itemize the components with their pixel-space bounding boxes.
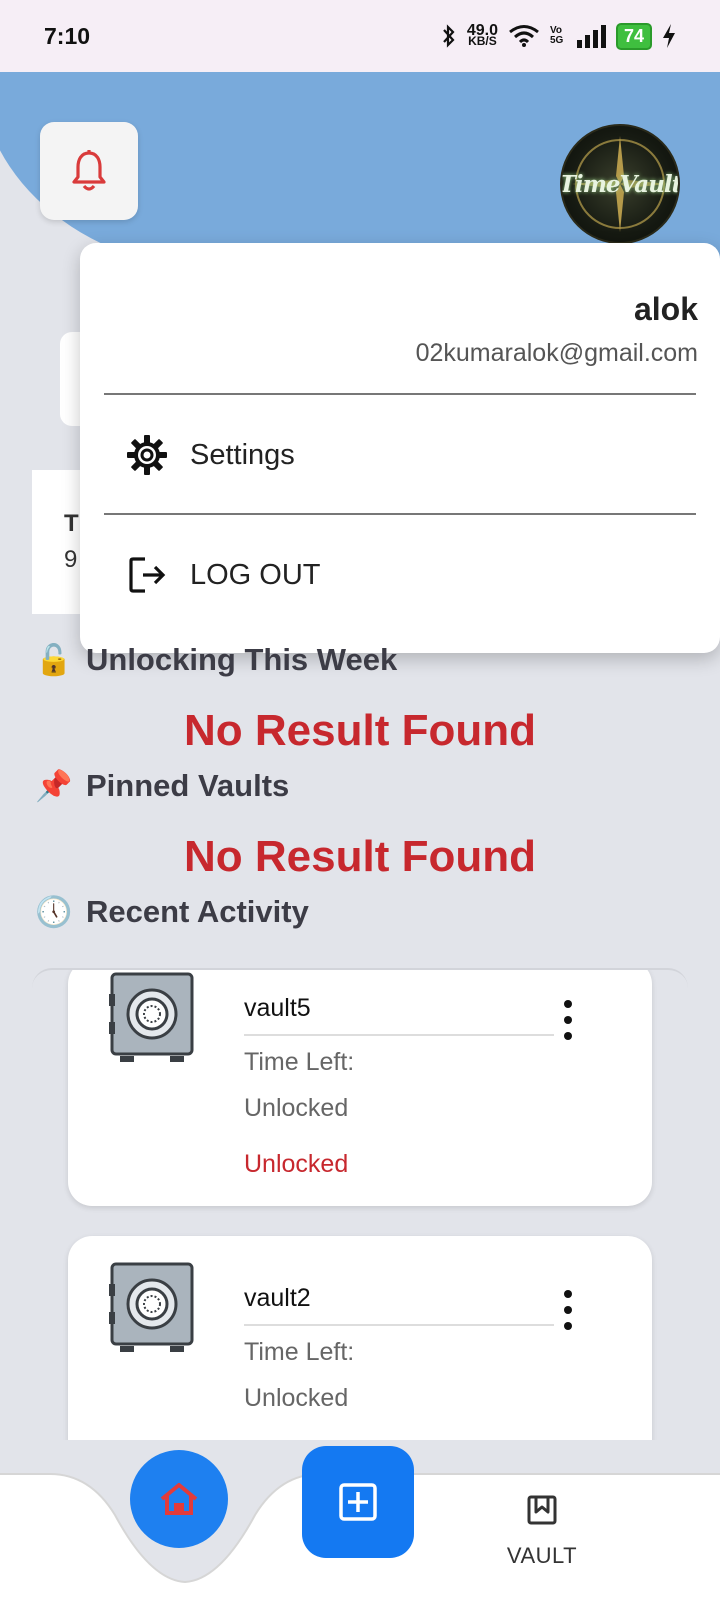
pushpin-icon: 📌 [35, 769, 73, 803]
unlocked-lock-icon: 🔓 [35, 643, 73, 677]
volte-indicator: Vo 5G [549, 25, 564, 46]
bell-icon [72, 150, 106, 191]
unlocking-empty-message: No Result Found [184, 706, 536, 755]
settings-menu-item[interactable]: Settings [104, 405, 696, 505]
vault-status: Unlocked [244, 1150, 349, 1178]
recent-section-title: 🕔 Recent Activity [34, 894, 309, 930]
vault-name: vault2 [244, 1284, 311, 1312]
more-options-icon[interactable] [558, 1290, 578, 1330]
network-speed: 49.0 KB/S [466, 22, 498, 48]
add-vault-button[interactable] [302, 1446, 414, 1558]
status-bar: 7:10 49.0 KB/S Vo 5G 74 [0, 0, 720, 72]
bluetooth-icon [443, 24, 455, 48]
recent-title-text: Recent Activity [86, 894, 309, 929]
wifi-icon [509, 25, 539, 47]
pinned-empty-message: No Result Found [184, 832, 536, 881]
pinned-title-text: Pinned Vaults [86, 768, 290, 803]
vault-card[interactable]: vault2 Time Left: Unlocked [68, 1236, 652, 1440]
vault-card[interactable]: vault5 Time Left: Unlocked Unlocked [68, 970, 652, 1206]
gear-icon [124, 432, 170, 478]
menu-user-name: alok [633, 291, 698, 327]
vault-bookmark-icon [527, 1495, 557, 1525]
vault-divider [244, 1324, 554, 1326]
profile-avatar-button[interactable]: TimeVault [560, 124, 680, 244]
vault-divider [244, 1034, 554, 1036]
logout-label: LOG OUT [190, 558, 321, 591]
home-icon [160, 1483, 198, 1515]
profile-menu: alok 02kumaralok@gmail.com Settings LOG … [80, 243, 720, 653]
add-square-icon [339, 1483, 377, 1521]
settings-label: Settings [190, 438, 295, 471]
time-left-value: Unlocked [244, 1384, 349, 1412]
clock-icon: 🕔 [35, 895, 73, 929]
unlocking-section-title: 🔓 Unlocking This Week [34, 642, 397, 678]
more-options-icon[interactable] [558, 1000, 578, 1040]
vault-tab-label: VAULT [506, 1543, 578, 1568]
unlocking-title-text: Unlocking This Week [86, 642, 398, 677]
summary-card-title: T [64, 510, 79, 537]
battery-indicator: 74 [615, 22, 652, 50]
safe-icon [109, 972, 194, 1062]
menu-divider [104, 513, 696, 515]
recent-activity-list[interactable]: vault5 Time Left: Unlocked Unlocked vaul… [32, 968, 688, 1440]
logout-menu-item[interactable]: LOG OUT [104, 525, 696, 625]
home-tab-button[interactable] [130, 1450, 228, 1548]
vault-name: vault5 [244, 994, 311, 1022]
status-time: 7:10 [44, 22, 91, 49]
charging-icon [663, 24, 675, 48]
avatar-logo-text: TimeVault [560, 170, 680, 198]
logout-icon [124, 552, 170, 598]
vault-tab-button[interactable]: VAULT [500, 1495, 584, 1569]
notifications-button[interactable] [40, 122, 138, 220]
summary-card-number: 9 [64, 546, 78, 573]
pinned-section-title: 📌 Pinned Vaults [34, 768, 289, 804]
status-icons: 49.0 KB/S Vo 5G 74 [441, 22, 676, 50]
menu-user-email: 02kumaralok@gmail.com [415, 339, 698, 367]
time-left-label: Time Left: [244, 1048, 355, 1076]
menu-divider [104, 393, 696, 395]
signal-icon [576, 25, 606, 48]
time-left-value: Unlocked [244, 1094, 349, 1122]
time-left-label: Time Left: [244, 1338, 355, 1366]
safe-icon [109, 1262, 194, 1352]
